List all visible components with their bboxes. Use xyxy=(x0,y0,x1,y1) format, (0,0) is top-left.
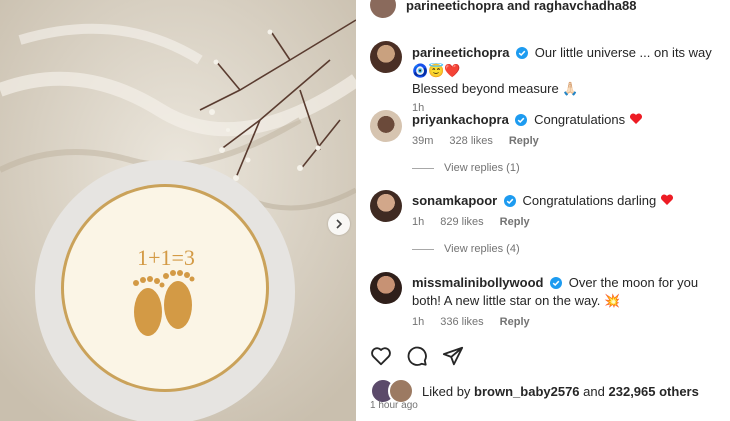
post-timestamp: 1 hour ago xyxy=(370,400,418,411)
verified-badge-icon xyxy=(516,47,529,59)
caption-trailing-glyphs: 🙏🏻 xyxy=(562,81,579,96)
view-replies-label: View replies (1) xyxy=(444,162,520,174)
view-replies-button[interactable]: View replies (1) xyxy=(412,162,520,174)
cake-photo-illustration: 1+1=3 xyxy=(0,0,356,421)
comment-avatar[interactable] xyxy=(370,190,402,222)
verified-badge-icon xyxy=(550,277,563,289)
caption-text-line2: Blessed beyond measure xyxy=(412,81,559,96)
post-authors[interactable]: parineetichopra and raghavchadha88 xyxy=(406,0,636,13)
liker-username[interactable]: brown_baby2576 xyxy=(474,384,580,399)
author-avatar[interactable] xyxy=(370,0,396,18)
comment-time: 1h xyxy=(412,216,425,228)
caption-text-line1: Our little universe ... on its way xyxy=(534,45,712,60)
reply-button[interactable]: Reply xyxy=(500,216,530,228)
view-replies-button[interactable]: View replies (4) xyxy=(412,243,520,255)
caption: parineetichopra Our little universe ... … xyxy=(412,44,722,114)
comment-avatar[interactable] xyxy=(370,272,402,304)
comment-username[interactable]: priyankachopra xyxy=(412,112,509,127)
likes-text: Liked by brown_baby2576 and 232,965 othe… xyxy=(422,384,699,399)
like-heart-icon[interactable] xyxy=(370,345,392,367)
comment-bubble-icon[interactable] xyxy=(406,345,428,367)
caption-username[interactable]: parineetichopra xyxy=(412,45,510,60)
share-paper-plane-icon[interactable] xyxy=(442,345,464,367)
caption-avatar[interactable] xyxy=(370,41,402,73)
caption-emojis: 🧿😇❤️ xyxy=(412,63,461,78)
comment-avatar[interactable] xyxy=(370,110,402,142)
comment-item: priyankachopra Congratulations 39m 328 l… xyxy=(412,111,722,147)
comment-text: Congratulations xyxy=(534,112,626,127)
comment-item: missmalinibollywood Over the moon for yo… xyxy=(412,274,722,328)
divider-line xyxy=(412,167,434,169)
comment-likes[interactable]: 829 likes xyxy=(440,216,483,228)
divider-line xyxy=(412,248,434,250)
comment-username[interactable]: sonamkapoor xyxy=(412,193,497,208)
reply-button[interactable]: Reply xyxy=(500,316,530,328)
comment-likes[interactable]: 336 likes xyxy=(440,316,483,328)
view-replies-label: View replies (4) xyxy=(444,243,520,255)
cake-text: 1+1=3 xyxy=(137,245,195,270)
comment-time: 1h xyxy=(412,316,425,328)
reply-button[interactable]: Reply xyxy=(509,135,539,147)
verified-badge-icon xyxy=(503,195,516,207)
red-heart-emoji xyxy=(629,113,642,124)
comments-panel: parineetichopra and raghavchadha88 parin… xyxy=(356,0,730,421)
post-photo[interactable]: 1+1=3 xyxy=(0,0,356,421)
comment-username[interactable]: missmalinibollywood xyxy=(412,275,543,290)
verified-badge-icon xyxy=(515,114,528,126)
likes-count[interactable]: 232,965 others xyxy=(609,384,699,399)
comment-item: sonamkapoor Congratulations darling 1h 8… xyxy=(412,192,722,228)
likes-connector: and xyxy=(583,383,605,399)
red-heart-emoji xyxy=(660,194,673,205)
comment-time: 39m xyxy=(412,135,434,147)
chevron-right-icon xyxy=(336,219,343,229)
post-actions xyxy=(370,345,464,367)
likes-summary: Liked by brown_baby2576 and 232,965 othe… xyxy=(370,378,699,404)
comment-text: Congratulations darling xyxy=(522,193,657,208)
likes-prefix: Liked by xyxy=(422,383,471,399)
post-header: parineetichopra and raghavchadha88 xyxy=(370,0,636,18)
comment-likes[interactable]: 328 likes xyxy=(449,135,492,147)
next-image-button[interactable] xyxy=(328,213,350,235)
